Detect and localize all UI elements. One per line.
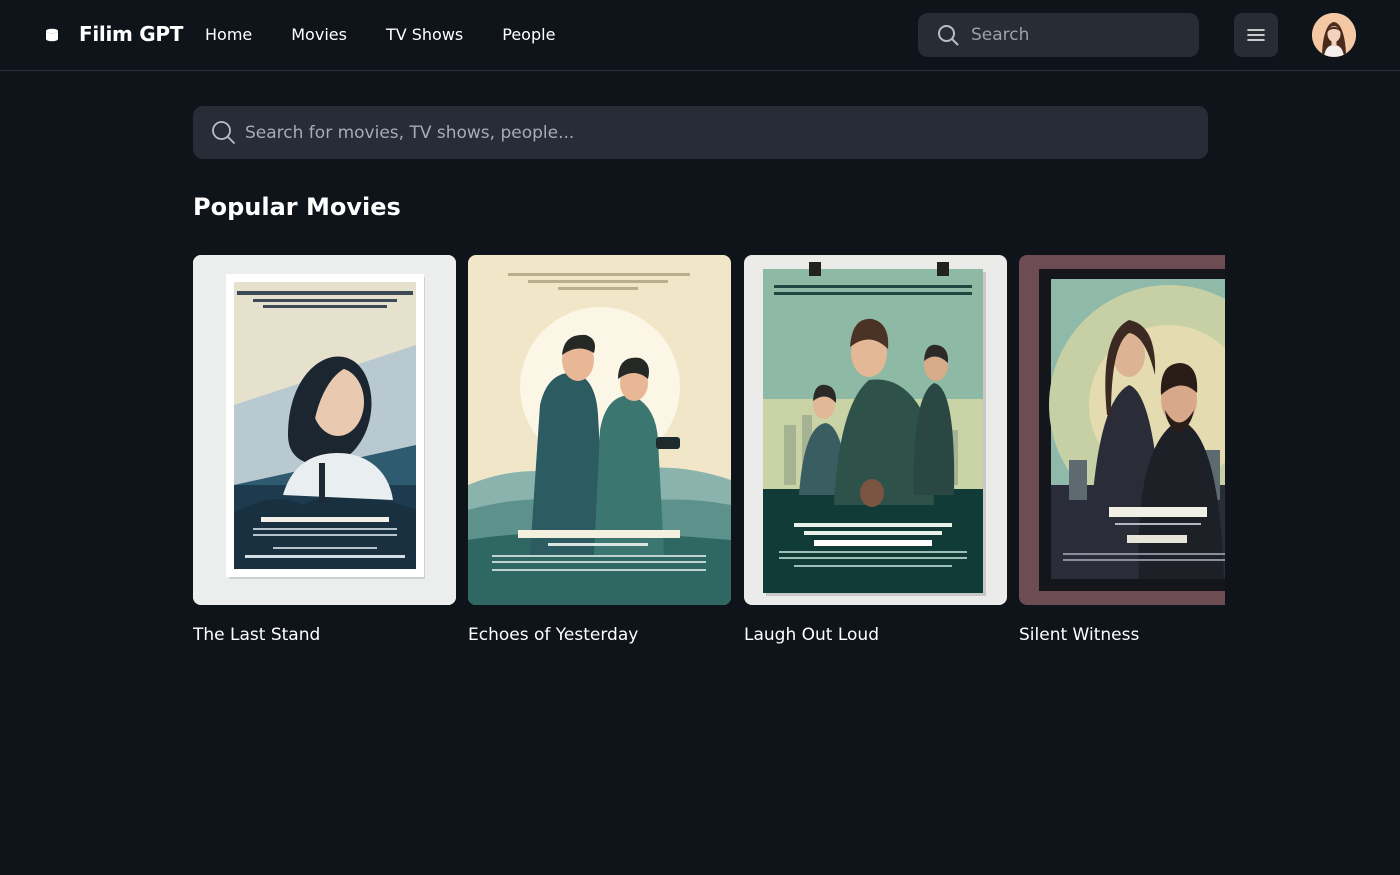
movie-title[interactable]: The Last Stand <box>193 625 456 645</box>
movie-poster[interactable] <box>1019 255 1225 605</box>
movie-card[interactable]: Echoes of Yesterday <box>468 255 731 645</box>
movie-card[interactable]: Silent Witness <box>1019 255 1225 645</box>
movie-poster[interactable] <box>744 255 1007 605</box>
movie-title[interactable]: Laugh Out Loud <box>744 625 1007 645</box>
section-title: Popular Movies <box>193 193 401 221</box>
movie-poster[interactable] <box>193 255 456 605</box>
main-search-box <box>193 106 1208 159</box>
brand-name[interactable]: Filim GPT <box>79 22 183 46</box>
search-icon <box>211 120 236 145</box>
main-nav: Home Movies TV Shows People <box>205 25 594 44</box>
movie-carousel: The Last Stand Echoes of Yesterday Laugh… <box>193 255 1225 655</box>
movie-poster[interactable] <box>468 255 731 605</box>
movie-title[interactable]: Silent Witness <box>1019 625 1225 645</box>
search-icon <box>937 24 959 46</box>
nav-item-tv-shows[interactable]: TV Shows <box>386 25 463 44</box>
header-search-input[interactable] <box>971 23 1181 47</box>
movie-card[interactable]: The Last Stand <box>193 255 456 645</box>
movie-title[interactable]: Echoes of Yesterday <box>468 625 731 645</box>
nav-item-people[interactable]: People <box>502 25 555 44</box>
main-search-input[interactable] <box>245 120 1175 146</box>
user-avatar[interactable] <box>1312 13 1356 57</box>
nav-item-home[interactable]: Home <box>205 25 252 44</box>
hamburger-menu-icon <box>1247 28 1265 42</box>
top-navigation-bar: Filim GPT Home Movies TV Shows People <box>0 0 1400 71</box>
database-icon <box>45 28 59 42</box>
header-search-box <box>918 13 1199 57</box>
menu-button[interactable] <box>1234 13 1278 57</box>
movie-card[interactable]: Laugh Out Loud <box>744 255 1007 645</box>
nav-item-movies[interactable]: Movies <box>291 25 347 44</box>
